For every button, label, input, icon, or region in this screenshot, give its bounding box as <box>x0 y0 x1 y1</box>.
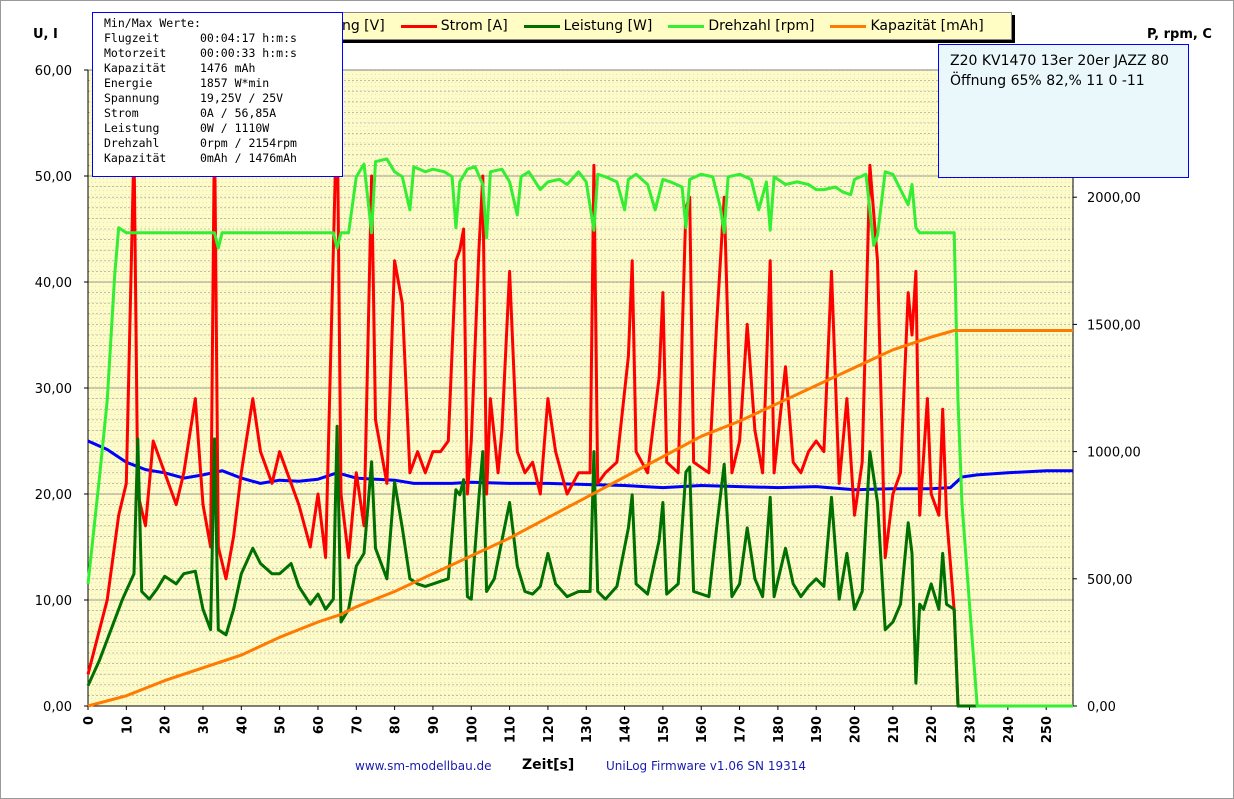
y-left-tick-label: 30,00 <box>35 382 72 397</box>
minmax-row: Leistung 0W / 1110W <box>104 121 342 136</box>
minmax-value: 1476 mAh <box>200 61 256 75</box>
x-tick-label: 0 <box>82 716 97 725</box>
x-tick-label: 120 <box>542 716 557 743</box>
x-tick-label: 30 <box>197 716 212 734</box>
minmax-row: Energie 1857 W*min <box>104 76 342 91</box>
y-left-tick-label: 0,00 <box>43 700 72 715</box>
y-left-tick-label: 50,00 <box>35 170 72 185</box>
legend-item: Kapazität [mAh] <box>830 18 984 34</box>
y-left-tick-label: 20,00 <box>35 488 72 503</box>
x-tick-label: 210 <box>887 716 902 743</box>
y-axis-right-label: P, rpm, C <box>1147 27 1212 42</box>
x-tick-label: 160 <box>695 716 710 743</box>
legend-item: Strom [A] <box>400 18 508 34</box>
x-tick-label: 230 <box>964 716 979 743</box>
legend-swatch <box>523 24 560 28</box>
minmax-row: Strom 0A / 56,85A <box>104 106 342 121</box>
minmax-row: Drehzahl 0rpm / 2154rpm <box>104 136 342 151</box>
legend: Spannung [V]Strom [A]Leistung [W]Drehzah… <box>240 12 1012 40</box>
x-tick-label: 170 <box>734 716 749 743</box>
x-tick-label: 130 <box>580 716 595 743</box>
x-tick-label: 110 <box>504 716 519 743</box>
minmax-value: 00:00:33 h:m:s <box>200 46 297 60</box>
x-tick-label: 180 <box>772 716 787 743</box>
minmax-key: Leistung <box>104 121 160 135</box>
info-box: Z20 KV1470 13er 20er JAZZ 80 Öffnung 65%… <box>938 44 1189 178</box>
legend-label: Leistung [W] <box>563 18 653 34</box>
minmax-key: Motorzeit <box>104 46 167 60</box>
footer-website: www.sm-modellbau.de <box>355 759 492 773</box>
y-axis-left-label: U, I <box>33 27 58 42</box>
minmax-row: Flugzeit 00:04:17 h:m:s <box>104 31 342 46</box>
minmax-key: Flugzeit <box>104 31 160 45</box>
y-right-tick-label: 0,00 <box>1087 700 1116 715</box>
x-tick-label: 220 <box>925 716 940 743</box>
y-right-tick-label: 500,00 <box>1087 573 1133 588</box>
x-tick-label: 90 <box>427 716 442 734</box>
legend-item: Drehzahl [rpm] <box>668 18 814 34</box>
minmax-value: 0mAh / 1476mAh <box>200 151 297 165</box>
minmax-key: Energie <box>104 76 153 90</box>
footer-firmware: UniLog Firmware v1.06 SN 19314 <box>606 759 806 773</box>
minmax-row: Spannung 19,25V / 25V <box>104 91 342 106</box>
minmax-title: Min/Max Werte: <box>104 16 201 30</box>
x-tick-label: 20 <box>159 716 174 734</box>
x-tick-label: 50 <box>274 716 289 734</box>
x-tick-label: 240 <box>1002 716 1017 743</box>
info-line-2: Öffnung 65% 82,% 11 0 -11 <box>950 73 1145 89</box>
minmax-value: 00:04:17 h:m:s <box>200 31 297 45</box>
legend-item: Leistung [W] <box>523 18 653 34</box>
x-tick-label: 140 <box>619 716 634 743</box>
x-tick-label: 100 <box>465 716 480 743</box>
info-line-1: Z20 KV1470 13er 20er JAZZ 80 <box>950 53 1169 69</box>
minmax-key: Kapazität <box>104 61 167 75</box>
x-tick-label: 250 <box>1040 716 1055 743</box>
legend-swatch <box>830 24 867 28</box>
y-left-tick-label: 40,00 <box>35 276 72 291</box>
minmax-value: 19,25V / 25V <box>200 91 284 105</box>
y-right-tick-label: 2000,00 <box>1087 191 1141 206</box>
minmax-value: 0rpm / 2154rpm <box>200 136 297 150</box>
x-tick-label: 150 <box>657 716 672 743</box>
x-tick-label: 70 <box>350 716 365 734</box>
x-tick-label: 40 <box>235 716 250 734</box>
y-right-tick-label: 1000,00 <box>1087 446 1141 461</box>
y-left-tick-label: 10,00 <box>35 594 72 609</box>
legend-swatch <box>400 24 437 28</box>
minmax-value: 1857 W*min <box>200 76 270 90</box>
x-tick-label: 190 <box>810 716 825 743</box>
minmax-row: Kapazität 0mAh / 1476mAh <box>104 151 342 166</box>
minmax-row: Kapazität 1476 mAh <box>104 61 342 76</box>
legend-label: Strom [A] <box>440 18 508 34</box>
minmax-key: Kapazität <box>104 151 167 165</box>
x-tick-label: 200 <box>849 716 864 743</box>
x-tick-label: 10 <box>120 716 135 734</box>
minmax-value: 0A / 56,85A <box>200 106 277 120</box>
x-tick-label: 80 <box>389 716 404 734</box>
minmax-key: Strom <box>104 106 139 120</box>
y-right-tick-label: 1500,00 <box>1087 318 1141 333</box>
minmax-key: Spannung <box>104 91 160 105</box>
legend-label: Drehzahl [rpm] <box>708 18 815 34</box>
minmax-box: Min/Max Werte: Flugzeit 00:04:17 h:m:s Mot… <box>92 12 343 177</box>
minmax-value: 0W / 1110W <box>200 121 270 135</box>
legend-swatch <box>668 24 705 28</box>
y-left-tick-label: 60,00 <box>35 64 72 79</box>
minmax-row: Motorzeit 00:00:33 h:m:s <box>104 46 342 61</box>
x-axis-title: Zeit[s] <box>522 757 575 773</box>
legend-label: Kapazität [mAh] <box>870 18 984 34</box>
minmax-key: Drehzahl <box>104 136 160 150</box>
x-tick-label: 60 <box>312 716 327 734</box>
